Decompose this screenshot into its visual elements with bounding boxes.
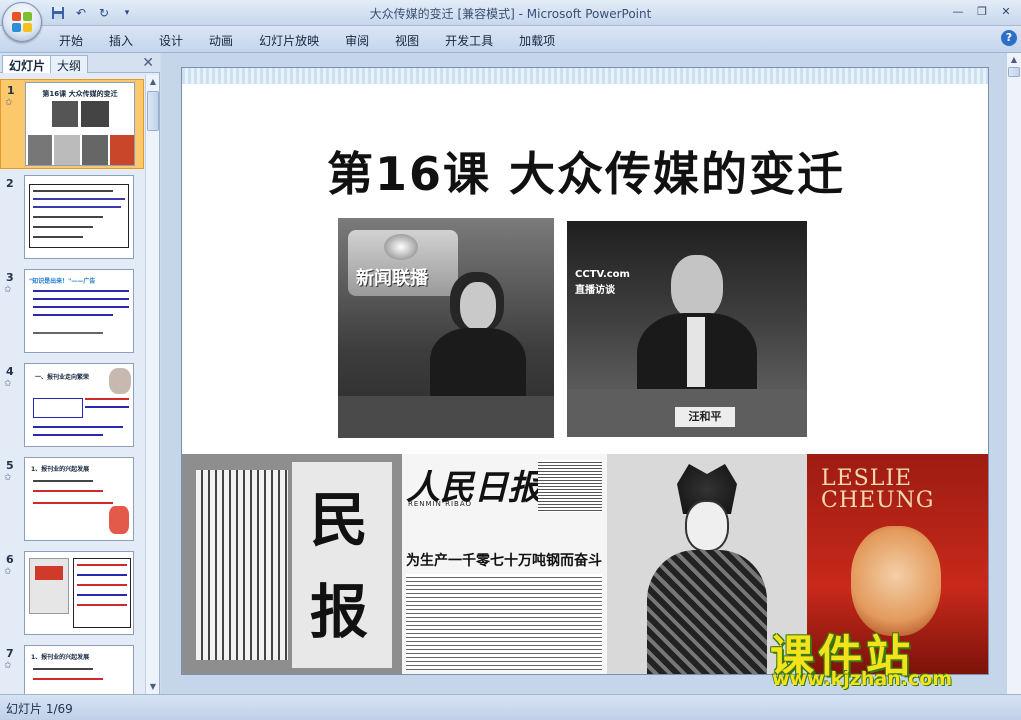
- animation-star-icon: ✩: [4, 661, 12, 671]
- thumbnail-item[interactable]: 3 ✩ "知识是出来！"——广告: [0, 267, 144, 357]
- peoples-daily-headline: 为生产一千零七十万吨钢而奋斗: [406, 553, 602, 569]
- thumbnail-image: "知识是出来！"——广告: [24, 269, 134, 353]
- thumbnail-item[interactable]: 2: [0, 173, 144, 263]
- scroll-down-icon[interactable]: ▼: [146, 680, 160, 694]
- title-bar: ↶ ↻ ▾ 大众传媒的变迁 [兼容模式] - Microsoft PowerPo…: [0, 0, 1021, 42]
- nameplate: 汪和平: [675, 407, 735, 427]
- thumbnail-image: [24, 551, 134, 635]
- thumbnail-image: 一、报刊业走向繁荣: [24, 363, 134, 447]
- tab-animation[interactable]: 动画: [196, 30, 246, 50]
- tab-review[interactable]: 审阅: [332, 30, 382, 50]
- restore-icon[interactable]: ❐: [971, 3, 993, 20]
- thumbnail-scrollbar[interactable]: ▲ ▼: [145, 75, 159, 694]
- thumbnail-number: 3: [6, 271, 14, 284]
- album-title: LESLIE CHEUNG: [821, 466, 935, 513]
- animation-star-icon: ✩: [5, 98, 13, 108]
- watermark: 课件站 www.kjzhan.com: [770, 620, 1010, 692]
- thumbnail-number: 6: [6, 553, 14, 566]
- tab-insert[interactable]: 插入: [96, 30, 146, 50]
- cctv-caption: CCTV.com 直播访谈: [575, 269, 630, 296]
- scroll-thumb[interactable]: [1008, 67, 1020, 77]
- tab-addins[interactable]: 加载项: [506, 30, 568, 50]
- tab-outline[interactable]: 大纲: [50, 55, 89, 73]
- tab-view[interactable]: 视图: [382, 30, 432, 50]
- animation-star-icon: ✩: [4, 567, 12, 577]
- minbao-caption: 民报: [310, 486, 369, 646]
- thumbnail-title: 1、报刊业的兴起发展: [31, 654, 90, 661]
- peoples-daily-pinyin: RENMIN RIBAO: [408, 500, 472, 508]
- minbao-newspaper-photo[interactable]: 民报: [182, 454, 402, 674]
- help-icon[interactable]: ?: [1001, 30, 1017, 46]
- news-anchor-photo[interactable]: 新闻联播: [338, 218, 554, 438]
- status-bar: 幻灯片 1/69: [0, 694, 1021, 720]
- current-slide[interactable]: 第16课 大众传媒的变迁 新闻联播 CCTV.com 直播访谈 汪和平 民报 人…: [181, 67, 989, 675]
- tab-design[interactable]: 设计: [146, 30, 196, 50]
- thumbnail-item[interactable]: 4 ✩ 一、报刊业走向繁荣: [0, 361, 144, 451]
- animation-star-icon: ✩: [4, 473, 12, 483]
- close-panel-icon[interactable]: ✕: [142, 55, 154, 71]
- thumbnail-image: [24, 175, 134, 259]
- thumbnail-item[interactable]: 1 ✩ 第16课 大众传媒的变迁: [0, 79, 144, 169]
- thumbnail-number: 2: [6, 177, 14, 190]
- slide-top-border: [182, 68, 988, 84]
- close-icon[interactable]: ✕: [995, 3, 1017, 20]
- tab-developer[interactable]: 开发工具: [432, 30, 506, 50]
- watermark-url: www.kjzhan.com: [772, 668, 953, 690]
- slide-scrollbar[interactable]: ▲: [1006, 53, 1021, 694]
- office-button[interactable]: [2, 2, 42, 42]
- thumbnail-list: 1 ✩ 第16课 大众传媒的变迁 2 3 ✩ "知识是出来！"——广告 4 ✩ …: [0, 75, 144, 694]
- news-anchor-caption: 新闻联播: [356, 268, 428, 289]
- tab-home[interactable]: 开始: [46, 30, 96, 50]
- ribbon-tabs: 开始 插入 设计 动画 幻灯片放映 审阅 视图 开发工具 加载项: [46, 30, 568, 50]
- thumbnail-title: 第16课 大众传媒的变迁: [42, 90, 118, 98]
- minimize-icon[interactable]: —: [947, 3, 969, 20]
- thumbnail-number: 1: [7, 84, 15, 97]
- office-logo-icon: [12, 12, 32, 32]
- thumbnail-title: 1、报刊业的兴起发展: [31, 466, 90, 473]
- thumbnail-item[interactable]: 6 ✩: [0, 549, 144, 639]
- thumbnail-image: 1、报刊业的兴起发展: [24, 645, 134, 694]
- window-title: 大众传媒的变迁 [兼容模式] - Microsoft PowerPoint: [369, 7, 652, 21]
- thumbnail-number: 7: [6, 647, 14, 660]
- slides-panel: 幻灯片 大纲 ✕ 1 ✩ 第16课 大众传媒的变迁 2 3 ✩ "知识是出来！"…: [0, 53, 160, 694]
- slide-counter: 幻灯片 1/69: [6, 702, 73, 716]
- thumbnail-image: 第16课 大众传媒的变迁: [25, 82, 135, 166]
- thumbnail-image: 1、报刊业的兴起发展: [24, 457, 134, 541]
- tab-slides[interactable]: 幻灯片: [2, 55, 53, 73]
- scroll-up-icon[interactable]: ▲: [146, 75, 160, 89]
- slide-title[interactable]: 第16课 大众传媒的变迁: [182, 138, 988, 204]
- slide-editor: 第16课 大众传媒的变迁 新闻联播 CCTV.com 直播访谈 汪和平 民报 人…: [161, 53, 1021, 694]
- tab-slideshow[interactable]: 幻灯片放映: [246, 30, 332, 50]
- thumbnail-title: 一、报刊业走向繁荣: [35, 374, 90, 381]
- scroll-thumb[interactable]: [147, 91, 159, 131]
- ribbon: 开始 插入 设计 动画 幻灯片放映 审阅 视图 开发工具 加载项 ?: [0, 26, 1021, 53]
- scroll-up-icon[interactable]: ▲: [1007, 53, 1021, 67]
- cctv-interview-photo[interactable]: CCTV.com 直播访谈 汪和平: [567, 221, 807, 437]
- thumbnail-number: 5: [6, 459, 14, 472]
- thumbnail-number: 4: [6, 365, 14, 378]
- thumbnail-item[interactable]: 5 ✩ 1、报刊业的兴起发展: [0, 455, 144, 545]
- peoples-daily-photo[interactable]: 人民日报 RENMIN RIBAO 为生产一千零七十万吨钢而奋斗: [402, 454, 607, 674]
- panel-tabs: 幻灯片 大纲 ✕: [0, 53, 160, 73]
- thumbnail-item[interactable]: 7 ✩ 1、报刊业的兴起发展: [0, 643, 144, 694]
- animation-star-icon: ✩: [4, 379, 12, 389]
- animation-star-icon: ✩: [4, 285, 12, 295]
- thumbnail-title: "知识是出来！"——广告: [29, 278, 96, 285]
